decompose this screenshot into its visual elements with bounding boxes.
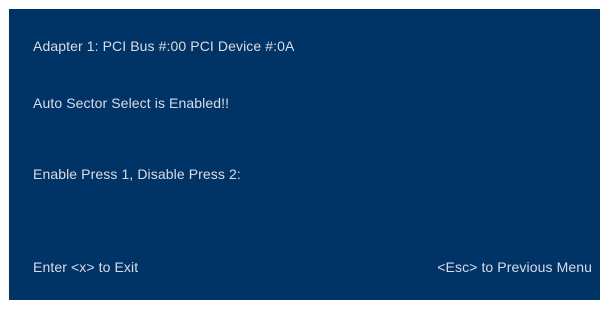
auto-sector-status-text: Auto Sector Select is Enabled!! xyxy=(33,95,230,111)
enable-disable-prompt[interactable]: Enable Press 1, Disable Press 2: xyxy=(33,166,241,182)
bios-config-screen: Adapter 1: PCI Bus #:00 PCI Device #:0A … xyxy=(9,9,600,300)
exit-hint: Enter <x> to Exit xyxy=(33,259,139,275)
previous-menu-hint: <Esc> to Previous Menu xyxy=(437,259,592,275)
adapter-info-text: Adapter 1: PCI Bus #:00 PCI Device #:0A xyxy=(33,38,295,54)
